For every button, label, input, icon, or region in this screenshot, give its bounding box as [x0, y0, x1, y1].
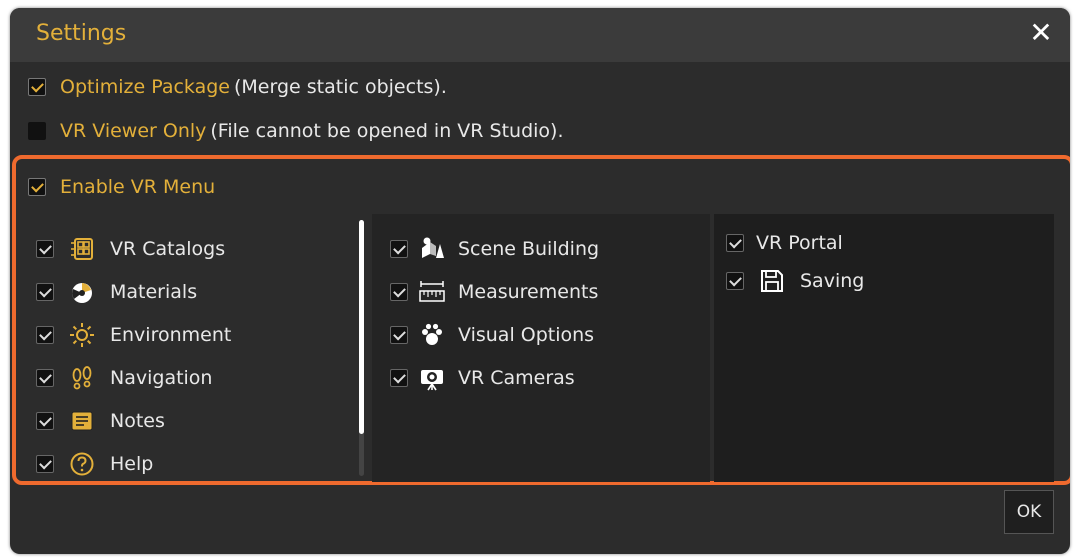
saving-checkbox[interactable] [726, 272, 744, 290]
vr-viewer-only-checkbox[interactable] [28, 122, 46, 140]
vr-catalogs-label: VR Catalogs [110, 238, 226, 260]
vr-menu-scrollbar-thumb[interactable] [359, 220, 364, 434]
vr-portal-item[interactable]: VR Portal [726, 226, 843, 260]
saving-item[interactable]: Saving [726, 264, 864, 298]
title-bar: Settings ✕ [10, 8, 1070, 62]
notes-checkbox[interactable] [36, 412, 54, 430]
vr-portal-checkbox[interactable] [726, 234, 744, 252]
ruler-icon [418, 278, 446, 306]
environment-item[interactable]: Environment [36, 318, 231, 352]
close-button[interactable]: ✕ [1026, 18, 1056, 48]
scene-building-checkbox[interactable] [390, 240, 408, 258]
environment-checkbox[interactable] [36, 326, 54, 344]
materials-checkbox[interactable] [36, 283, 54, 301]
shapes-icon [418, 235, 446, 263]
enable-vr-menu-label: Enable VR Menu [60, 176, 216, 198]
environment-label: Environment [110, 324, 232, 346]
optimize-package-option[interactable]: Optimize Package (Merge static objects). [28, 74, 447, 100]
visual-options-item[interactable]: Visual Options [390, 318, 594, 352]
materials-label: Materials [110, 281, 198, 303]
visual-options-label: Visual Options [458, 324, 595, 346]
enable-vr-menu-checkbox[interactable] [28, 178, 46, 196]
help-checkbox[interactable] [36, 455, 54, 473]
notes-item[interactable]: Notes [36, 404, 165, 438]
sun-icon [68, 321, 96, 349]
navigation-checkbox[interactable] [36, 369, 54, 387]
scene-building-item[interactable]: Scene Building [390, 232, 599, 266]
help-label: Help [110, 453, 154, 475]
dialog-title: Settings [36, 21, 127, 46]
ok-button[interactable]: OK [1004, 490, 1054, 534]
vr-viewer-only-note: (File cannot be opened in VR Studio). [210, 120, 564, 142]
vr-cameras-label: VR Cameras [458, 367, 575, 389]
navigation-item[interactable]: Navigation [36, 361, 212, 395]
enable-vr-menu-option[interactable]: Enable VR Menu [28, 174, 215, 200]
saving-label: Saving [800, 270, 865, 292]
measurements-checkbox[interactable] [390, 283, 408, 301]
vr-catalogs-checkbox[interactable] [36, 240, 54, 258]
scene-building-label: Scene Building [458, 238, 600, 260]
optimize-package-note: (Merge static objects). [234, 76, 447, 98]
visual-options-checkbox[interactable] [390, 326, 408, 344]
camera-icon [418, 364, 446, 392]
vr-catalogs-item[interactable]: VR Catalogs [36, 232, 225, 266]
vr-viewer-only-label: VR Viewer Only [60, 120, 207, 142]
vr-cameras-checkbox[interactable] [390, 369, 408, 387]
footprints-icon [68, 364, 96, 392]
vr-menu-column-2: Scene Building Measurements Visual Optio… [372, 214, 710, 482]
help-icon [68, 450, 96, 478]
notes-icon [68, 407, 96, 435]
settings-dialog: Settings ✕ Optimize Package (Merge stati… [10, 8, 1070, 554]
vr-viewer-only-option[interactable]: VR Viewer Only (File cannot be opened in… [28, 118, 564, 144]
help-item[interactable]: Help [36, 447, 153, 481]
notes-label: Notes [110, 410, 165, 432]
vr-portal-label: VR Portal [756, 232, 843, 254]
paw-icon [418, 321, 446, 349]
measurements-item[interactable]: Measurements [390, 275, 598, 309]
vr-cameras-item[interactable]: VR Cameras [390, 361, 575, 395]
materials-sphere-icon [68, 278, 96, 306]
vr-menu-column-3: VR Portal Saving [714, 214, 1054, 482]
optimize-package-label: Optimize Package [60, 76, 230, 98]
catalog-grid-icon [68, 235, 96, 263]
materials-item[interactable]: Materials [36, 275, 197, 309]
navigation-label: Navigation [110, 367, 213, 389]
optimize-package-checkbox[interactable] [28, 78, 46, 96]
save-icon [758, 267, 786, 295]
measurements-label: Measurements [458, 281, 599, 303]
vr-menu-column-1: VR Catalogs Materials Environment Naviga… [24, 214, 368, 482]
